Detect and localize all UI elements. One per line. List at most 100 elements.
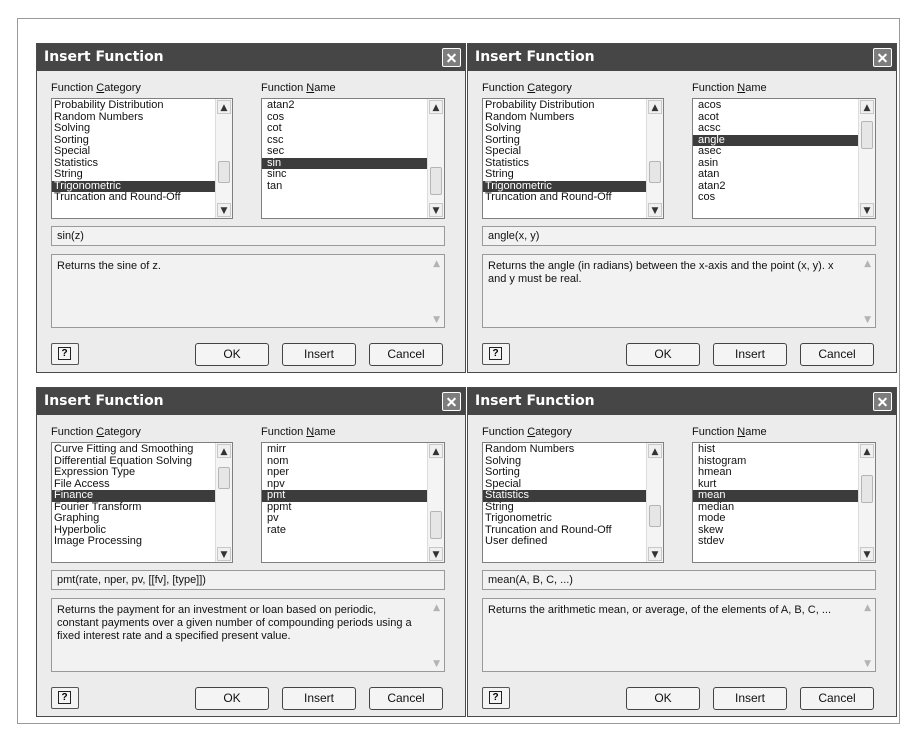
- function-name-list[interactable]: acos acot acsc angle asec asin atan atan2 cos ▲ ▼: [692, 98, 876, 219]
- category-scrollbar[interactable]: ▲ ▼: [646, 443, 663, 562]
- function-item[interactable]: angle: [693, 134, 858, 146]
- function-item[interactable]: hist: [693, 444, 858, 456]
- function-item[interactable]: nper: [262, 467, 427, 479]
- category-item[interactable]: File Access: [52, 479, 215, 491]
- function-item[interactable]: sin: [262, 157, 427, 169]
- function-category-list[interactable]: Curve Fitting and Smoothing Differential …: [51, 442, 233, 563]
- function-item[interactable]: acot: [693, 112, 858, 124]
- scroll-thumb[interactable]: [430, 511, 442, 539]
- close-icon[interactable]: [442, 48, 461, 67]
- category-item[interactable]: String: [483, 502, 646, 514]
- category-item[interactable]: Truncation and Round-Off: [52, 192, 215, 204]
- scroll-down-arrow-icon[interactable]: ▼: [217, 203, 231, 217]
- scroll-up-arrow-icon[interactable]: ▲: [648, 100, 662, 114]
- category-item[interactable]: Probability Distribution: [52, 100, 215, 112]
- scroll-up-arrow-icon[interactable]: ▲: [217, 444, 231, 458]
- category-item[interactable]: Statistics: [483, 490, 646, 502]
- category-item[interactable]: Statistics: [52, 158, 215, 170]
- scroll-up-arrow-icon[interactable]: ▲: [860, 100, 874, 114]
- category-item[interactable]: Random Numbers: [483, 112, 646, 124]
- scroll-up-arrow-icon[interactable]: ▲: [860, 444, 874, 458]
- close-icon[interactable]: [873, 48, 892, 67]
- category-item[interactable]: Special: [52, 146, 215, 158]
- category-item[interactable]: Statistics: [483, 158, 646, 170]
- function-scrollbar[interactable]: ▲ ▼: [858, 99, 875, 218]
- function-item[interactable]: hmean: [693, 467, 858, 479]
- function-category-list[interactable]: Probability Distribution Random Numbers So…: [482, 98, 664, 219]
- scroll-up-arrow-icon[interactable]: ▲: [217, 100, 231, 114]
- category-item[interactable]: Trigonometric: [52, 180, 215, 192]
- scroll-down-arrow-icon[interactable]: ▼: [648, 547, 662, 561]
- function-item[interactable]: csc: [262, 135, 427, 147]
- category-item[interactable]: Sorting: [483, 467, 646, 479]
- category-scrollbar[interactable]: ▲ ▼: [215, 99, 232, 218]
- category-item[interactable]: Sorting: [52, 135, 215, 147]
- scroll-thumb[interactable]: [430, 167, 442, 195]
- function-item[interactable]: mirr: [262, 444, 427, 456]
- category-item[interactable]: Truncation and Round-Off: [483, 525, 646, 537]
- scroll-thumb[interactable]: [649, 161, 661, 183]
- category-item[interactable]: Sorting: [483, 135, 646, 147]
- function-item[interactable]: pv: [262, 513, 427, 525]
- function-item[interactable]: rate: [262, 525, 427, 537]
- close-icon[interactable]: [442, 392, 461, 411]
- function-category-list[interactable]: Random Numbers Solving Sorting Special Stati…: [482, 442, 664, 563]
- function-item[interactable]: pmt: [262, 490, 427, 502]
- category-item[interactable]: Curve Fitting and Smoothing: [52, 444, 215, 456]
- category-item[interactable]: Random Numbers: [52, 112, 215, 124]
- scroll-down-arrow-icon[interactable]: ▼: [860, 203, 874, 217]
- function-item[interactable]: kurt: [693, 479, 858, 491]
- ok-button[interactable]: OK: [626, 687, 700, 710]
- ok-button[interactable]: OK: [195, 343, 269, 366]
- help-button[interactable]: ?: [482, 343, 510, 365]
- category-scrollbar[interactable]: ▲ ▼: [646, 99, 663, 218]
- category-item[interactable]: User defined: [483, 536, 646, 548]
- category-item[interactable]: String: [52, 169, 215, 181]
- category-item[interactable]: Probability Distribution: [483, 100, 646, 112]
- function-item[interactable]: sinc: [262, 169, 427, 181]
- category-item[interactable]: Random Numbers: [483, 444, 646, 456]
- insert-button[interactable]: Insert: [713, 343, 787, 366]
- function-item[interactable]: asin: [693, 158, 858, 170]
- insert-button[interactable]: Insert: [713, 687, 787, 710]
- category-item[interactable]: Fourier Transform: [52, 502, 215, 514]
- category-item[interactable]: Expression Type: [52, 467, 215, 479]
- scroll-up-arrow-icon[interactable]: ▲: [648, 444, 662, 458]
- category-item[interactable]: Special: [483, 146, 646, 158]
- function-item[interactable]: sec: [262, 146, 427, 158]
- insert-button[interactable]: Insert: [282, 687, 356, 710]
- function-item[interactable]: asec: [693, 146, 858, 158]
- function-item[interactable]: histogram: [693, 456, 858, 468]
- function-item[interactable]: stdev: [693, 536, 858, 548]
- scroll-thumb[interactable]: [218, 161, 230, 183]
- scroll-down-arrow-icon[interactable]: ▼: [429, 203, 443, 217]
- function-item[interactable]: acsc: [693, 123, 858, 135]
- function-item[interactable]: nom: [262, 456, 427, 468]
- scroll-thumb[interactable]: [861, 121, 873, 149]
- category-item[interactable]: String: [483, 169, 646, 181]
- help-button[interactable]: ?: [51, 343, 79, 365]
- help-button[interactable]: ?: [51, 687, 79, 709]
- scroll-down-arrow-icon[interactable]: ▼: [217, 547, 231, 561]
- category-item[interactable]: Image Processing: [52, 536, 215, 548]
- function-item[interactable]: acos: [693, 100, 858, 112]
- category-item[interactable]: Solving: [483, 456, 646, 468]
- function-item[interactable]: cos: [693, 192, 858, 204]
- cancel-button[interactable]: Cancel: [800, 343, 874, 366]
- function-item[interactable]: mode: [693, 513, 858, 525]
- function-item[interactable]: npv: [262, 479, 427, 491]
- function-scrollbar[interactable]: ▲ ▼: [427, 99, 444, 218]
- function-item[interactable]: atan: [693, 169, 858, 181]
- category-item[interactable]: Trigonometric: [483, 180, 646, 192]
- cancel-button[interactable]: Cancel: [800, 687, 874, 710]
- function-item[interactable]: ppmt: [262, 502, 427, 514]
- category-item[interactable]: Hyperbolic: [52, 525, 215, 537]
- function-item[interactable]: skew: [693, 525, 858, 537]
- function-item[interactable]: cos: [262, 112, 427, 124]
- function-name-list[interactable]: atan2 cos cot csc sec sin sinc tan ▲ ▼: [261, 98, 445, 219]
- function-scrollbar[interactable]: ▲ ▼: [427, 443, 444, 562]
- function-item[interactable]: cot: [262, 123, 427, 135]
- ok-button[interactable]: OK: [626, 343, 700, 366]
- function-item[interactable]: atan2: [262, 100, 427, 112]
- scroll-up-arrow-icon[interactable]: ▲: [429, 100, 443, 114]
